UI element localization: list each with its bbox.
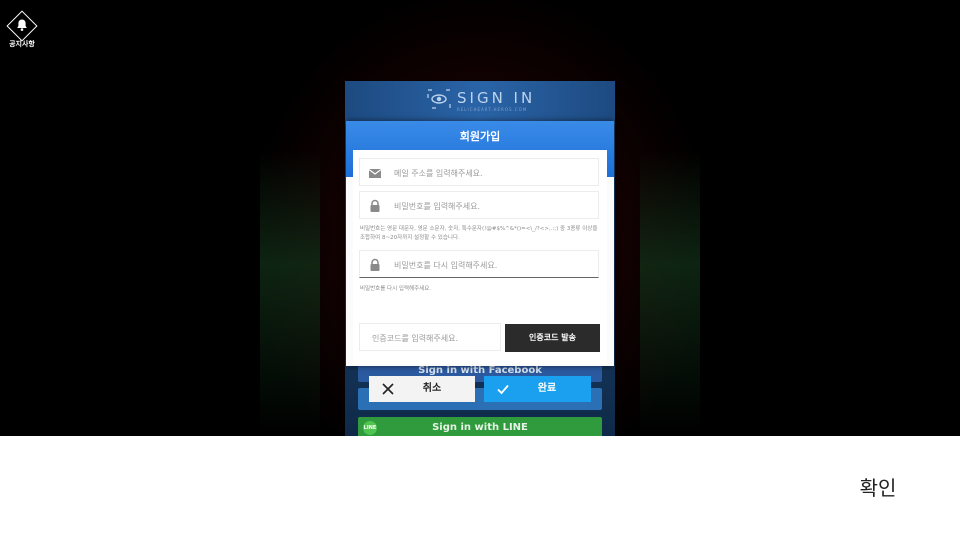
line-icon: LINE bbox=[363, 421, 377, 435]
email-field bbox=[359, 158, 599, 187]
lock-icon bbox=[370, 199, 380, 212]
notice-button[interactable]: 공지사항 bbox=[6, 10, 38, 52]
password-confirm-field bbox=[359, 250, 599, 279]
signin-title: SIGN IN bbox=[457, 89, 536, 107]
cancel-button[interactable]: 취소 bbox=[369, 376, 475, 402]
modal-body: 비밀번호는 영문 대문자, 영문 소문자, 숫자, 특수문자(!@#$%^&*(… bbox=[353, 150, 607, 364]
cancel-label: 취소 bbox=[422, 383, 442, 394]
done-button[interactable]: 완료 bbox=[484, 376, 591, 402]
check-icon bbox=[497, 384, 509, 395]
email-input[interactable] bbox=[392, 159, 596, 187]
notice-label: 공지사항 bbox=[9, 40, 35, 48]
close-icon bbox=[382, 383, 394, 395]
verification-code-field bbox=[359, 323, 501, 352]
send-code-button[interactable]: 인증코드 발송 bbox=[505, 324, 600, 352]
bell-icon bbox=[17, 19, 27, 31]
mail-icon bbox=[368, 169, 382, 178]
confirm-button[interactable]: 확인 bbox=[846, 474, 910, 502]
line-signin-button[interactable]: LINE Sign in with LINE bbox=[358, 417, 602, 436]
verification-code-input[interactable] bbox=[370, 324, 499, 352]
eye-logo-icon bbox=[427, 89, 451, 109]
line-signin-label: Sign in with LINE bbox=[432, 422, 528, 433]
signup-modal: 회원가입 비밀번호는 영문 대문자, 영문 소문자, 숫자, 특수문자(!@#$… bbox=[346, 121, 614, 366]
background-glow-left bbox=[260, 150, 320, 436]
password-hint: 비밀번호는 영문 대문자, 영문 소문자, 숫자, 특수문자(!@#$%^&*(… bbox=[360, 226, 598, 241]
signin-subtitle: RELICHEART.HEROS.COM bbox=[457, 107, 528, 112]
background-glow-right bbox=[640, 150, 700, 436]
password-input[interactable] bbox=[392, 192, 596, 220]
modal-title: 회원가입 bbox=[459, 130, 501, 143]
password-field bbox=[359, 191, 599, 220]
lock-icon bbox=[370, 258, 380, 271]
done-label: 완료 bbox=[537, 383, 557, 394]
password-confirm-hint: 비밀번호를 다시 입력해주세요. bbox=[360, 286, 432, 292]
signin-header: SIGN IN RELICHEART.HEROS.COM bbox=[345, 81, 615, 121]
password-confirm-input[interactable] bbox=[392, 251, 596, 279]
game-background: 공지사항 SIGN IN RELICHEART.HEROS.COM Sign i… bbox=[0, 0, 960, 436]
